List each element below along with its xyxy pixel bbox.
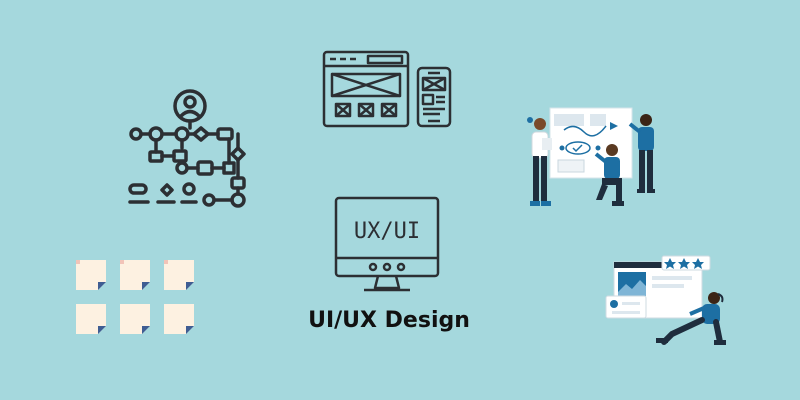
team-planning-illustration [527,107,655,206]
monitor-icon: UX/UI [334,196,440,292]
wireframe-icon [322,50,452,128]
monitor-label: UX/UI [354,219,420,244]
sticky-notes-icon [76,260,194,334]
rating-illustration [605,255,726,345]
user-flow-icon [128,89,246,208]
page-title: UI/UX Design [308,308,470,333]
sticky-note [76,260,194,334]
